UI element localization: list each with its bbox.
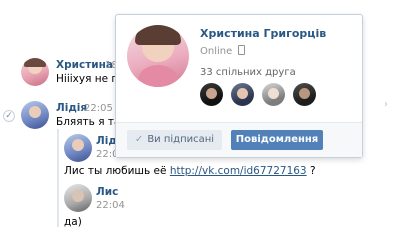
- checkmark-icon: ✓: [5, 111, 13, 121]
- forwarded-text: Лис ты любишь её http://vk.com/id6772716…: [64, 165, 316, 177]
- message-author[interactable]: Лідія: [56, 102, 87, 114]
- forwarded-text: да): [64, 216, 82, 228]
- popup-avatar[interactable]: [127, 25, 189, 87]
- avatar-khrystyna[interactable]: [21, 58, 49, 86]
- checkmark-icon: ✓: [134, 134, 144, 145]
- mutual-friend-avatar[interactable]: [293, 83, 316, 106]
- mutual-friend-avatar[interactable]: [231, 83, 254, 106]
- avatar-lidiia[interactable]: [21, 101, 49, 129]
- read-status-icon: ✓: [3, 110, 15, 122]
- forwarded-author[interactable]: Лис: [96, 186, 118, 198]
- mutual-friends-count[interactable]: 33 спільних друга: [200, 67, 296, 78]
- mobile-phone-icon: [238, 45, 246, 55]
- send-message-button[interactable]: Повідомлення: [231, 130, 323, 150]
- forwarded-text-before: Лис ты любишь её: [64, 165, 170, 177]
- subscribed-button[interactable]: ✓ Ви підписані: [127, 130, 222, 150]
- avatar-lys[interactable]: [64, 184, 92, 212]
- forwarded-text-after: ?: [306, 165, 316, 177]
- popup-name[interactable]: Христина Григорців: [200, 27, 326, 40]
- online-status: Online: [200, 46, 233, 57]
- profile-popup: Христина Григорців Online 33 спільних др…: [115, 14, 363, 158]
- popup-footer: ✓ Ви підписані Повідомлення: [116, 122, 362, 157]
- subscribed-label: Ви підписані: [147, 134, 215, 145]
- forwarded-time[interactable]: 22:04: [96, 200, 125, 211]
- popup-status: Online: [200, 45, 246, 57]
- message-time[interactable]: 22:05: [84, 103, 113, 114]
- chevron-right-icon[interactable]: ›: [384, 99, 388, 110]
- mutual-friend-avatar[interactable]: [200, 83, 223, 106]
- mutual-friend-avatar[interactable]: [262, 83, 285, 106]
- forwarded-quote-line: [57, 129, 59, 227]
- avatar-lidiia-forwarded[interactable]: [64, 134, 92, 162]
- profile-link[interactable]: http://vk.com/id67727163: [170, 165, 307, 177]
